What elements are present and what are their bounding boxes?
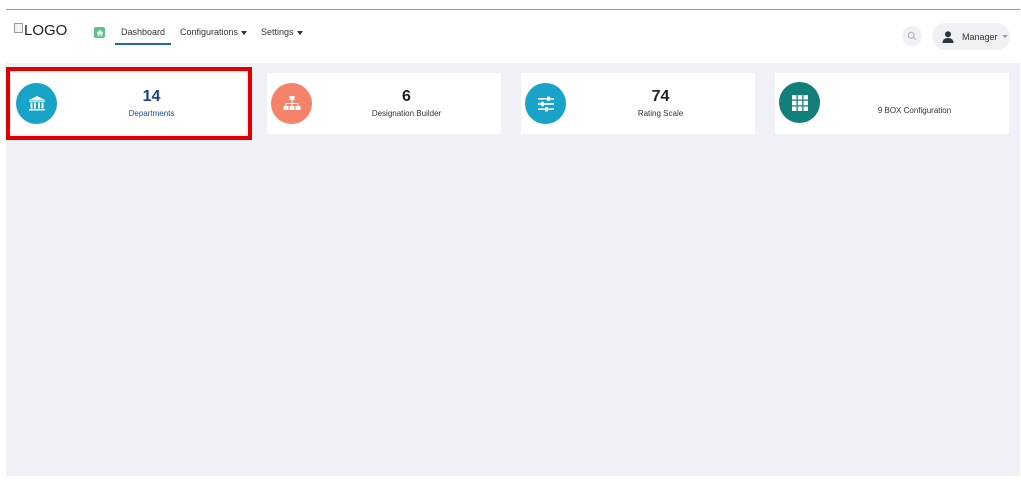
grid-icon (779, 82, 820, 123)
logo-alt-text: LOGO (24, 22, 68, 39)
search-icon (907, 31, 917, 41)
9-box-label: 9 BOX Configuration (877, 106, 952, 115)
designation-builder-label: Designation Builder (371, 109, 442, 118)
rating-scale-count: 74 (651, 88, 670, 105)
home-icon[interactable] (94, 27, 105, 38)
caret-down-icon (241, 30, 248, 35)
sliders-icon (525, 83, 566, 124)
card-designation-builder[interactable]: 6 Designation Builder (267, 73, 501, 134)
search-button[interactable] (902, 26, 922, 46)
rating-scale-label: Rating Scale (637, 109, 684, 118)
nav-settings-label: Settings (261, 27, 294, 37)
nav-dashboard-label: Dashboard (121, 27, 166, 37)
user-name: Manager (962, 31, 998, 42)
sitemap-icon (271, 83, 312, 124)
user-menu-button[interactable]: Manager (932, 23, 1010, 50)
broken-image-icon (14, 23, 23, 33)
top-header: LOGO Dashboard Configurations Settings M… (6, 10, 1020, 63)
nav-settings[interactable]: Settings (261, 27, 303, 37)
departments-label: Departments (128, 109, 175, 118)
designation-builder-count: 6 (402, 88, 411, 105)
nav-dashboard[interactable]: Dashboard (115, 27, 172, 45)
caret-down-icon (296, 30, 303, 35)
card-rating-scale[interactable]: 74 Rating Scale (521, 73, 755, 134)
card-9-box-configuration[interactable]: 9 BOX Configuration (775, 73, 1009, 134)
nav-configurations-label: Configurations (180, 27, 239, 37)
dashboard-content: 14 Departments 6 Designation Builder 74 … (6, 63, 1020, 476)
app-frame: LOGO Dashboard Configurations Settings M… (6, 9, 1020, 476)
user-icon (942, 30, 954, 43)
bank-icon (16, 83, 57, 124)
logo[interactable]: LOGO (14, 22, 67, 39)
departments-count: 14 (142, 88, 161, 105)
caret-down-icon (1001, 35, 1008, 38)
nav-configurations[interactable]: Configurations (180, 27, 248, 37)
card-departments[interactable]: 14 Departments (6, 67, 252, 140)
